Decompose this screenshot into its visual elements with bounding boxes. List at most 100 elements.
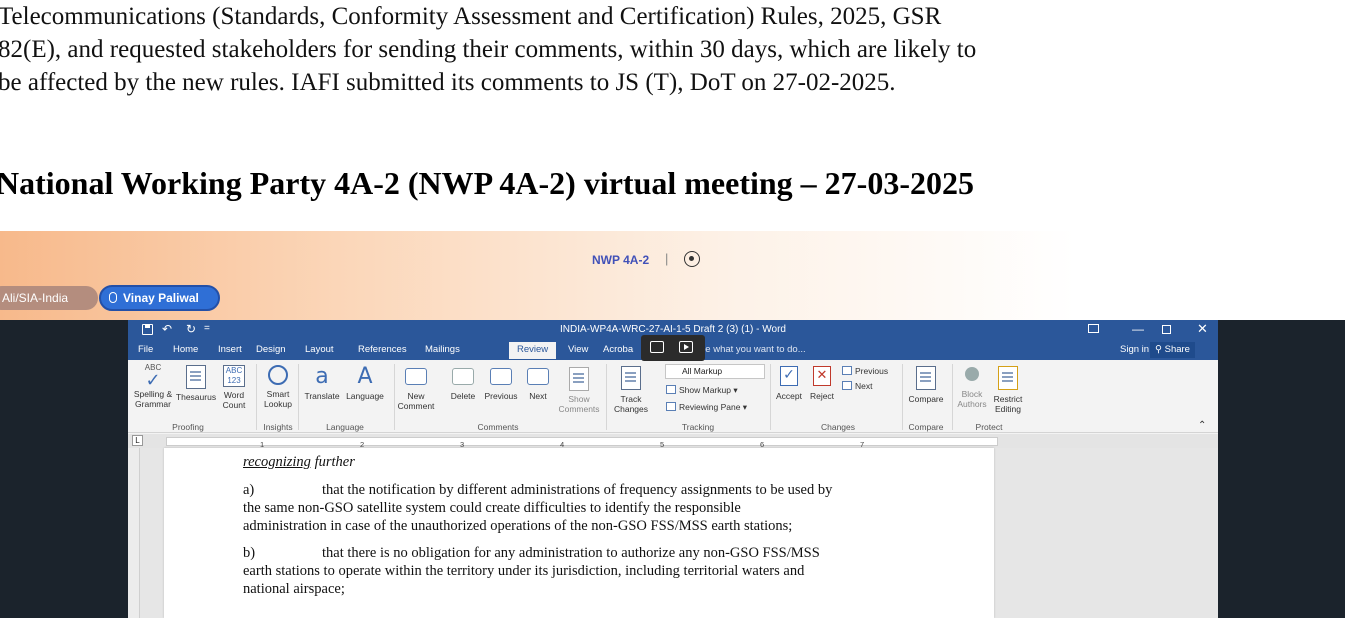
close-icon[interactable]: ✕	[1197, 321, 1208, 337]
previous-change-button[interactable]: Previous	[842, 366, 888, 376]
paragraph-line-1: Telecommunications (Standards, Conformit…	[0, 3, 942, 30]
tab-selector[interactable]: L	[132, 435, 143, 446]
horizontal-ruler: L 1 2 3 4 5 6 7	[128, 434, 1218, 449]
reviewing-pane-button[interactable]: Reviewing Pane ▾	[666, 402, 747, 413]
delete-label: Delete	[450, 391, 476, 401]
item-a-text: that the notification by different admin…	[322, 482, 833, 498]
language-button[interactable]: A Language	[342, 363, 388, 401]
previous-change-label: Previous	[855, 366, 889, 376]
participant-chip[interactable]: Ali/SIA-India	[0, 286, 98, 310]
group-divider	[394, 364, 395, 430]
doc-heading-underlined: recognizing	[243, 454, 311, 470]
group-tracking: Tracking	[681, 422, 715, 432]
next-label: Next	[529, 391, 547, 401]
thesaurus-button[interactable]: Thesaurus	[174, 363, 218, 402]
window-title: INDIA-WP4A-WRC-27-AI-1-5 Draft 2 (3) (1)…	[560, 324, 786, 335]
sign-in-link[interactable]: Sign in	[1120, 344, 1149, 355]
accept-label: Accept	[776, 391, 802, 401]
tab-home[interactable]: Home	[173, 344, 198, 355]
tab-references[interactable]: References	[358, 344, 407, 355]
vertical-ruler	[128, 448, 140, 618]
doc-item-b-line-2: earth stations to operate within the ter…	[243, 563, 805, 579]
next-comment-button[interactable]: Next	[522, 363, 554, 401]
pop-out-icon[interactable]	[650, 341, 664, 353]
accept-icon: ✓	[780, 366, 798, 386]
language-label: Language	[346, 391, 384, 401]
doc-heading-rest: further	[310, 454, 355, 470]
show-comments-label-1: Show	[568, 394, 590, 404]
tab-design[interactable]: Design	[256, 344, 286, 355]
previous-comment-button[interactable]: Previous	[480, 363, 522, 401]
minimize-icon[interactable]: —	[1132, 322, 1144, 336]
new-comment-label-2: Comment	[397, 401, 435, 411]
block-authors-button[interactable]: Block Authors	[954, 363, 990, 409]
group-protect: Protect	[975, 422, 1003, 432]
tell-me-search[interactable]: he what you want to do...	[700, 344, 806, 355]
previous-comment-icon	[490, 368, 512, 385]
next-change-icon	[842, 381, 852, 390]
block-authors-label-2: Authors	[957, 399, 987, 409]
section-heading: National Working Party 4A-2 (NWP 4A-2) v…	[0, 165, 974, 201]
new-comment-icon	[405, 368, 427, 385]
previous-label: Previous	[484, 391, 518, 401]
delete-comment-icon	[452, 368, 474, 385]
compare-icon	[916, 366, 936, 390]
show-comments-icon	[569, 367, 589, 391]
smart-lookup-label-2: Lookup	[264, 399, 292, 409]
accept-button[interactable]: ✓ Accept	[772, 363, 806, 401]
block-authors-icon	[965, 367, 979, 381]
tab-view[interactable]: View	[568, 344, 588, 355]
document-page[interactable]: recognizing further a) that the notificat…	[164, 448, 994, 618]
maximize-icon[interactable]	[1162, 325, 1171, 334]
show-comments-button[interactable]: Show Comments	[556, 363, 602, 414]
reviewing-pane-label: Reviewing Pane	[679, 402, 741, 412]
smart-lookup-button[interactable]: Smart Lookup	[260, 363, 296, 409]
show-markup-button[interactable]: Show Markup ▾	[666, 385, 738, 396]
translate-button[interactable]: a Translate	[300, 363, 344, 401]
meeting-screenshot: NWP 4A-2 | Ali/SIA-India Vinay Paliwal ↶…	[0, 231, 1345, 618]
book-icon	[186, 365, 206, 389]
track-changes-button[interactable]: Track Changes	[608, 363, 654, 414]
reject-button[interactable]: ✕ Reject	[806, 363, 838, 401]
track-changes-label-2: Changes	[613, 404, 649, 414]
ribbon-display-options-icon[interactable]	[1088, 324, 1099, 333]
tab-review[interactable]: Review	[509, 342, 557, 359]
shared-screen-left-margin	[0, 320, 128, 618]
tab-acrobat[interactable]: Acroba	[603, 344, 633, 355]
meeting-title: NWP 4A-2	[592, 253, 650, 267]
tab-mailings[interactable]: Mailings	[425, 344, 460, 355]
meeting-header: NWP 4A-2 | Ali/SIA-India Vinay Paliwal	[0, 231, 1345, 320]
record-indicator-icon[interactable]	[684, 251, 700, 267]
active-speaker-chip[interactable]: Vinay Paliwal	[99, 285, 220, 311]
translate-label: Translate	[304, 391, 340, 401]
tab-file[interactable]: File	[138, 344, 153, 355]
group-compare: Compare	[908, 422, 944, 432]
share-button[interactable]: ⚲ Share	[1150, 342, 1195, 358]
word-count-label-1: Word	[223, 390, 245, 400]
delete-comment-button[interactable]: Delete	[446, 363, 480, 401]
spelling-grammar-button[interactable]: ABC ✓ Spelling & Grammar	[130, 363, 176, 409]
restrict-editing-label-2: Editing	[995, 404, 1021, 414]
group-language: Language	[326, 422, 364, 432]
tab-insert[interactable]: Insert	[218, 344, 242, 355]
word-count-label-2: Count	[222, 400, 246, 410]
new-comment-button[interactable]: New Comment	[396, 363, 436, 411]
doc-item-b-line-3: national airspace;	[243, 581, 345, 597]
group-changes: Changes	[820, 422, 856, 432]
tab-layout[interactable]: Layout	[305, 344, 334, 355]
collapse-ribbon-icon[interactable]: ⌃	[1198, 420, 1206, 431]
markup-dropdown[interactable]: All Markup	[665, 364, 765, 379]
share-label: Share	[1164, 344, 1190, 355]
group-divider	[952, 364, 953, 430]
item-a-label: a)	[243, 482, 255, 498]
restrict-editing-button[interactable]: Restrict Editing	[990, 363, 1026, 414]
track-changes-label-1: Track	[620, 394, 642, 404]
next-change-button[interactable]: Next	[842, 381, 872, 391]
compare-button[interactable]: Compare	[904, 363, 948, 404]
spelling-label-2: Grammar	[135, 399, 171, 409]
doc-heading: recognizing further	[243, 453, 355, 471]
lookup-icon	[268, 365, 288, 385]
present-icon[interactable]	[679, 341, 693, 353]
word-count-button[interactable]: ABC 123 Word Count	[220, 363, 248, 410]
group-divider	[606, 364, 607, 430]
